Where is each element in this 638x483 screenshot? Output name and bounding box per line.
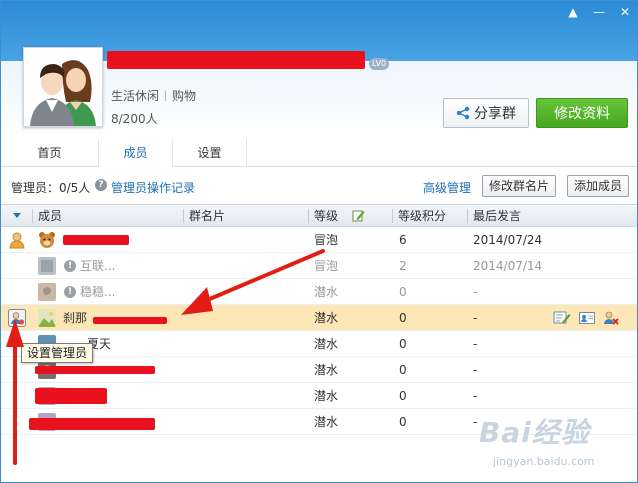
tag-shopping[interactable]: 购物 — [172, 87, 196, 104]
member-points: 0 — [399, 363, 407, 377]
admin-log-link[interactable]: 管理员操作记录 — [111, 179, 195, 196]
tab-home[interactable]: 首页 — [1, 139, 99, 167]
member-level: 潜水 — [314, 311, 339, 325]
level-badge: LV0 — [369, 58, 390, 70]
tag-separator — [165, 90, 167, 101]
owner-icon — [9, 232, 25, 249]
redacted-name — [63, 235, 129, 245]
redacted-group-name — [107, 51, 365, 69]
tab-bar: 首页 成员 设置 — [1, 139, 637, 167]
member-level: 冒泡 — [314, 233, 339, 247]
profile-card-icon[interactable] — [579, 310, 595, 326]
edit-card-icon[interactable] — [553, 310, 571, 326]
table-row[interactable]: 潜水 0 - — [1, 383, 637, 409]
table-row[interactable]: ! 稳稳... 潜水 0 - — [1, 279, 637, 305]
share-icon — [456, 106, 470, 120]
group-tags: 生活休闲 购物 — [111, 87, 196, 104]
member-last-speak: - — [473, 337, 478, 351]
member-level: 潜水 — [314, 337, 339, 351]
member-last-speak: - — [473, 311, 478, 325]
group-window: ▲ — ✕ LV0 生活休闲 购物 8/200人 分享群 修改资料 首页 成员 … — [0, 0, 638, 483]
member-points: 2 — [399, 259, 407, 273]
column-separator — [183, 209, 184, 223]
column-separator — [32, 209, 33, 223]
member-points: 0 — [399, 389, 407, 403]
tag-leisure[interactable]: 生活休闲 — [111, 87, 159, 104]
close-icon[interactable]: ✕ — [619, 5, 631, 19]
member-name: 互联... — [80, 259, 116, 273]
member-last-speak: - — [473, 389, 478, 403]
set-admin-icon[interactable] — [8, 309, 26, 327]
edit-card-button[interactable]: 修改群名片 — [482, 175, 557, 197]
bear-avatar-icon — [39, 232, 55, 248]
member-table: 成员 群名片 等级 等级积分 最后发言 冒泡 6 2014/07/24 ! 互联… — [1, 204, 637, 435]
col-last-speak[interactable]: 最后发言 — [469, 205, 521, 227]
member-level: 潜水 — [314, 389, 339, 403]
baidu-watermark: Bai经验 jingyan.baidu.com — [479, 411, 595, 468]
table-row[interactable]: 夏天 潜水 0 - — [1, 331, 637, 357]
inactive-warning-icon: ! — [64, 286, 76, 298]
member-level: 潜水 — [314, 285, 339, 299]
remove-member-icon[interactable] — [603, 310, 619, 326]
table-row-selected[interactable]: 刹那 潜水 0 - — [1, 305, 637, 331]
add-member-button[interactable]: 添加成员 — [567, 175, 630, 197]
edit-profile-button[interactable]: 修改资料 — [536, 98, 628, 128]
table-row[interactable]: 潜水 0 - — [1, 357, 637, 383]
share-group-button[interactable]: 分享群 — [443, 98, 529, 128]
table-row[interactable]: ! 互联... 冒泡 2 2014/07/14 — [1, 253, 637, 279]
table-row[interactable]: 冒泡 6 2014/07/24 — [1, 227, 637, 253]
member-level: 冒泡 — [314, 259, 339, 273]
minimize-icon[interactable]: — — [593, 5, 605, 19]
member-avatar — [38, 257, 56, 275]
watermark-sub: jingyan.baidu.com — [493, 455, 595, 468]
table-header: 成员 群名片 等级 等级积分 最后发言 — [1, 204, 637, 227]
redacted-name — [29, 418, 155, 430]
group-avatar[interactable] — [23, 47, 103, 127]
tab-settings[interactable]: 设置 — [173, 139, 247, 167]
member-level: 潜水 — [314, 415, 339, 429]
member-points: 6 — [399, 233, 407, 247]
redacted-name — [35, 388, 107, 404]
member-last-speak: 2014/07/14 — [473, 259, 543, 273]
tab-members[interactable]: 成员 — [99, 139, 173, 167]
col-level[interactable]: 等级 — [310, 205, 338, 227]
column-separator — [467, 209, 468, 223]
member-points: 0 — [399, 285, 407, 299]
set-admin-tooltip: 设置管理员 — [21, 343, 94, 363]
watermark-main: Bai经验 — [479, 416, 590, 449]
edit-level-icon[interactable] — [352, 209, 365, 222]
member-last-speak: - — [473, 415, 478, 429]
member-points: 0 — [399, 311, 407, 325]
member-last-speak: 2014/07/24 — [473, 233, 543, 247]
member-level: 潜水 — [314, 363, 339, 377]
column-separator — [392, 209, 393, 223]
skin-icon[interactable]: ▲ — [567, 5, 579, 19]
member-name: 稳稳... — [80, 285, 116, 299]
member-avatar — [38, 309, 56, 327]
col-card[interactable]: 群名片 — [185, 205, 225, 227]
inactive-warning-icon: ! — [64, 260, 76, 272]
member-name: 刹那 — [63, 311, 88, 325]
sort-down-icon[interactable] — [13, 213, 21, 218]
help-icon[interactable]: ? — [95, 179, 107, 191]
col-points[interactable]: 等级积分 — [394, 205, 446, 227]
share-group-label: 分享群 — [474, 106, 516, 122]
redacted-name — [93, 317, 167, 324]
member-last-speak: - — [473, 285, 478, 299]
couple-avatar-icon — [26, 50, 102, 126]
window-controls: ▲ — ✕ — [567, 5, 631, 19]
member-avatar — [38, 283, 56, 301]
member-count: 8/200人 — [111, 112, 158, 126]
admin-count: 管理员：0/5人 — [11, 181, 91, 195]
member-last-speak: - — [473, 363, 478, 377]
member-points: 0 — [399, 337, 407, 351]
col-member[interactable]: 成员 — [34, 205, 62, 227]
member-points: 0 — [399, 415, 407, 429]
group-header: ▲ — ✕ LV0 生活休闲 购物 8/200人 分享群 修改资料 — [1, 1, 637, 139]
advanced-manage-link[interactable]: 高级管理 — [423, 179, 471, 196]
column-separator — [308, 209, 309, 223]
row-actions — [553, 310, 619, 326]
redacted-name — [35, 366, 155, 374]
